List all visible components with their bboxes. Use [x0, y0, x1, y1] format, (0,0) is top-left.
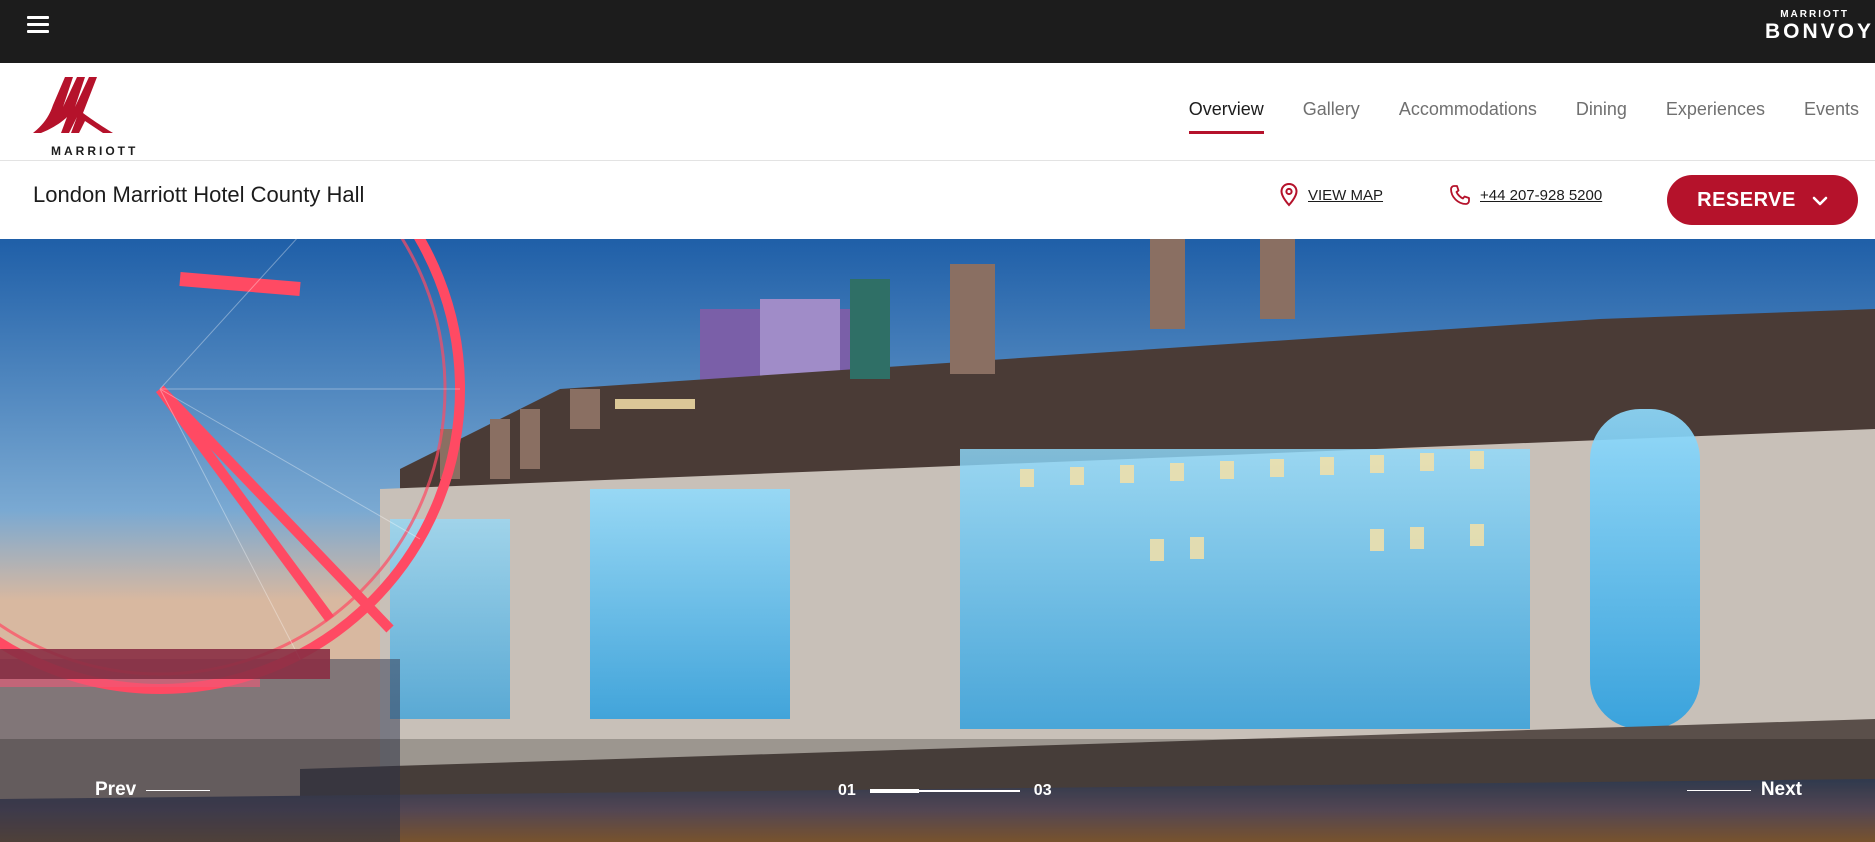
- bonvoy-logo-text: BONVOY: [1765, 20, 1875, 43]
- hamburger-menu-icon[interactable]: [27, 16, 49, 34]
- marriott-wordmark: MARRIOTT: [51, 144, 139, 158]
- marriott-m-icon: [33, 77, 113, 133]
- main-navigation-bar: MARRIOTT Overview Gallery Accommodations…: [0, 63, 1875, 161]
- carousel-pagination: 01 03: [838, 782, 1052, 800]
- view-map-link[interactable]: VIEW MAP: [1280, 180, 1383, 210]
- tab-events[interactable]: Events: [1804, 63, 1859, 161]
- current-slide-number: 01: [838, 782, 856, 799]
- view-map-label: VIEW MAP: [1308, 186, 1384, 204]
- next-label: Next: [1760, 779, 1802, 800]
- chevron-down-icon: [1812, 189, 1828, 212]
- phone-link[interactable]: +44 207-928 5200: [1450, 180, 1602, 210]
- hotel-name-heading: London Marriott Hotel County Hall: [33, 182, 365, 207]
- tab-accommodations[interactable]: Accommodations: [1399, 63, 1537, 161]
- next-line: [1686, 789, 1751, 791]
- bonvoy-logo-small-text: MARRIOTT: [1780, 9, 1849, 20]
- reserve-label: RESERVE: [1697, 188, 1796, 211]
- top-bar: MARRIOTT BONVOY: [0, 0, 1875, 63]
- carousel-next-button[interactable]: Next: [1686, 779, 1802, 801]
- reserve-button[interactable]: RESERVE: [1667, 175, 1858, 225]
- hero-carousel[interactable]: Prev 01 03 Next: [0, 239, 1875, 842]
- map-pin-icon: [1280, 183, 1298, 207]
- tab-gallery[interactable]: Gallery: [1303, 63, 1360, 161]
- phone-icon: [1450, 185, 1470, 205]
- tab-overview[interactable]: Overview: [1188, 63, 1264, 161]
- prev-label: Prev: [95, 779, 137, 800]
- tab-experiences[interactable]: Experiences: [1666, 63, 1765, 161]
- total-slides-number: 03: [1033, 782, 1052, 799]
- carousel-progress-track: [869, 789, 1020, 793]
- marriott-bonvoy-logo[interactable]: MARRIOTT BONVOY: [1765, 9, 1875, 49]
- hotel-exterior-photo: [0, 239, 1875, 842]
- hotel-info-bar: London Marriott Hotel County Hall VIEW M…: [0, 162, 1875, 239]
- tab-dining[interactable]: Dining: [1576, 63, 1627, 161]
- carousel-progress-fill: [869, 789, 920, 793]
- marriott-logo[interactable]: MARRIOTT: [33, 73, 137, 158]
- phone-number-label: +44 207-928 5200: [1480, 186, 1603, 204]
- prev-line: [146, 789, 211, 791]
- carousel-prev-button[interactable]: Prev: [95, 779, 211, 801]
- section-tabs: Overview Gallery Accommodations Dining E…: [1150, 63, 1859, 161]
